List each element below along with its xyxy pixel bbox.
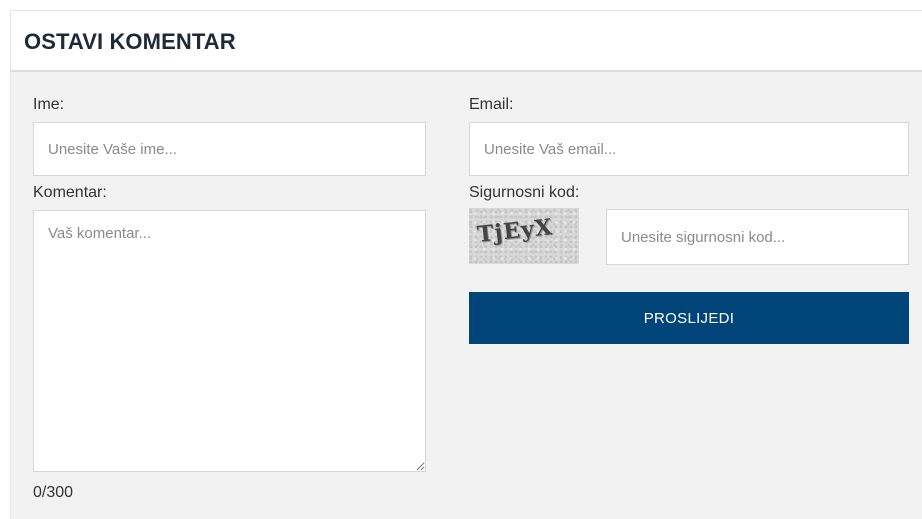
comment-label: Komentar: <box>33 184 107 201</box>
comment-textarea[interactable] <box>33 210 426 472</box>
captcha-input[interactable] <box>606 209 909 265</box>
email-label: Email: <box>469 96 514 113</box>
panel-header: OSTAVI KOMENTAR <box>11 11 922 72</box>
captcha-image-text: TjEyX <box>475 214 555 248</box>
email-input[interactable] <box>469 122 909 176</box>
panel-title: OSTAVI KOMENTAR <box>24 29 236 54</box>
character-counter: 0/300 <box>33 484 74 501</box>
name-input[interactable] <box>33 122 426 176</box>
submit-button[interactable]: PROSLIJEDI <box>469 292 909 344</box>
comment-form-panel: OSTAVI KOMENTAR Ime: Email: Komentar: 0/… <box>10 10 922 519</box>
name-label: Ime: <box>33 96 65 113</box>
captcha-image: TjEyX <box>469 208 579 264</box>
captcha-label: Sigurnosni kod: <box>469 184 580 201</box>
